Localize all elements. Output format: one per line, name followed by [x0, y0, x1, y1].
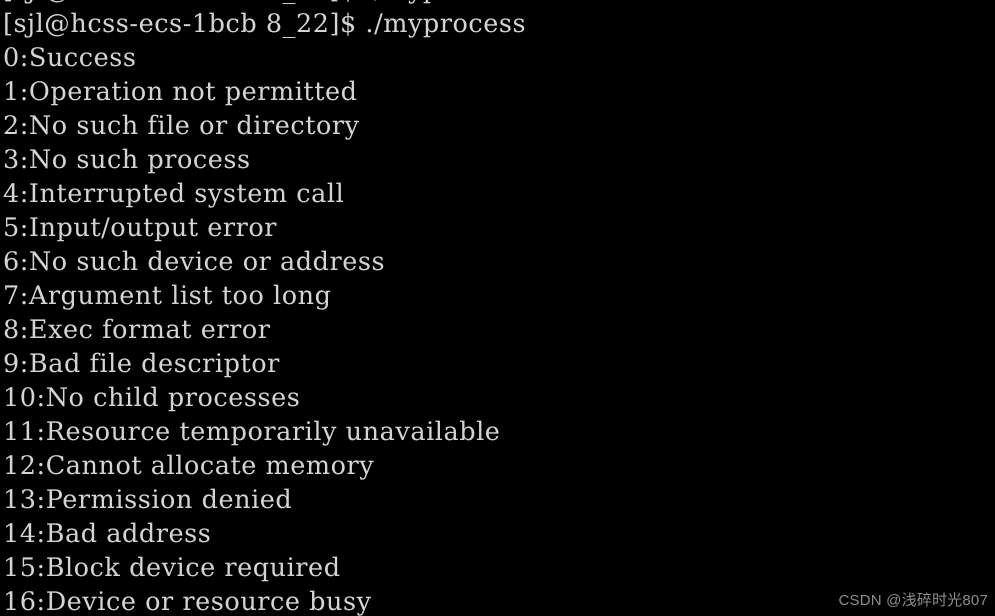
terminal-prompt-text: [sjl@hcss-ecs-1bcb 8_22]$ ./myprocess [3, 9, 527, 39]
terminal-output-line-13: 13:Permission denied [3, 483, 995, 517]
terminal-output-line-0: 0:Success [3, 41, 995, 75]
terminal-output-line-11: 11:Resource temporarily unavailable [3, 415, 995, 449]
terminal-output-line-12: 12:Cannot allocate memory [3, 449, 995, 483]
terminal-line-text: [sjl@hcss-ecs-1bcb 8_22]$ ./myprocess [3, 0, 526, 7]
terminal-prompt-line[interactable]: [sjl@hcss-ecs-1bcb 8_22]$ ./myprocess [3, 7, 995, 41]
terminal-output-line-7: 7:Argument list too long [3, 279, 995, 313]
terminal-output-line-1: 1:Operation not permitted [3, 75, 995, 109]
terminal-line-text: 10:No child processes [3, 383, 301, 413]
terminal-output-line-5: 5:Input/output error [3, 211, 995, 245]
terminal-output-line-8: 8:Exec format error [3, 313, 995, 347]
terminal-scrollback-clipped-line: [sjl@hcss-ecs-1bcb 8_22]$ ./myprocess [3, 0, 995, 7]
terminal-output-line-6: 6:No such device or address [3, 245, 995, 279]
terminal-output-line-3: 3:No such process [3, 143, 995, 177]
terminal-output-line-4: 4:Interrupted system call [3, 177, 995, 211]
terminal-line-text: 4:Interrupted system call [3, 179, 345, 209]
terminal-line-text: 13:Permission denied [3, 485, 293, 515]
terminal-line-text: 12:Cannot allocate memory [3, 451, 375, 481]
terminal-line-text: 7:Argument list too long [3, 281, 332, 311]
terminal-line-text: 9:Bad file descriptor [3, 349, 280, 379]
terminal-line-text: 0:Success [3, 43, 137, 73]
terminal-output-buffer: [sjl@hcss-ecs-1bcb 8_22]$ ./myprocess [s… [3, 0, 995, 616]
terminal-line-text: 2:No such file or directory [3, 111, 360, 141]
terminal-window[interactable]: [sjl@hcss-ecs-1bcb 8_22]$ ./myprocess [s… [0, 0, 995, 616]
terminal-output-line-15: 15:Block device required [3, 551, 995, 585]
terminal-line-text: 6:No such device or address [3, 247, 386, 277]
terminal-line-text: 15:Block device required [3, 553, 341, 583]
csdn-watermark: CSDN @浅碎时光807 [838, 592, 988, 609]
terminal-line-text: 16:Device or resource busy [3, 587, 372, 616]
terminal-line-text: 3:No such process [3, 145, 251, 175]
terminal-output-line-2: 2:No such file or directory [3, 109, 995, 143]
terminal-output-line-14: 14:Bad address [3, 517, 995, 551]
terminal-line-text: 11:Resource temporarily unavailable [3, 417, 501, 447]
terminal-line-text: 8:Exec format error [3, 315, 271, 345]
terminal-output-line-10: 10:No child processes [3, 381, 995, 415]
terminal-line-text: 1:Operation not permitted [3, 77, 358, 107]
terminal-output-line-9: 9:Bad file descriptor [3, 347, 995, 381]
terminal-line-text: 5:Input/output error [3, 213, 278, 243]
terminal-line-text: 14:Bad address [3, 519, 212, 549]
